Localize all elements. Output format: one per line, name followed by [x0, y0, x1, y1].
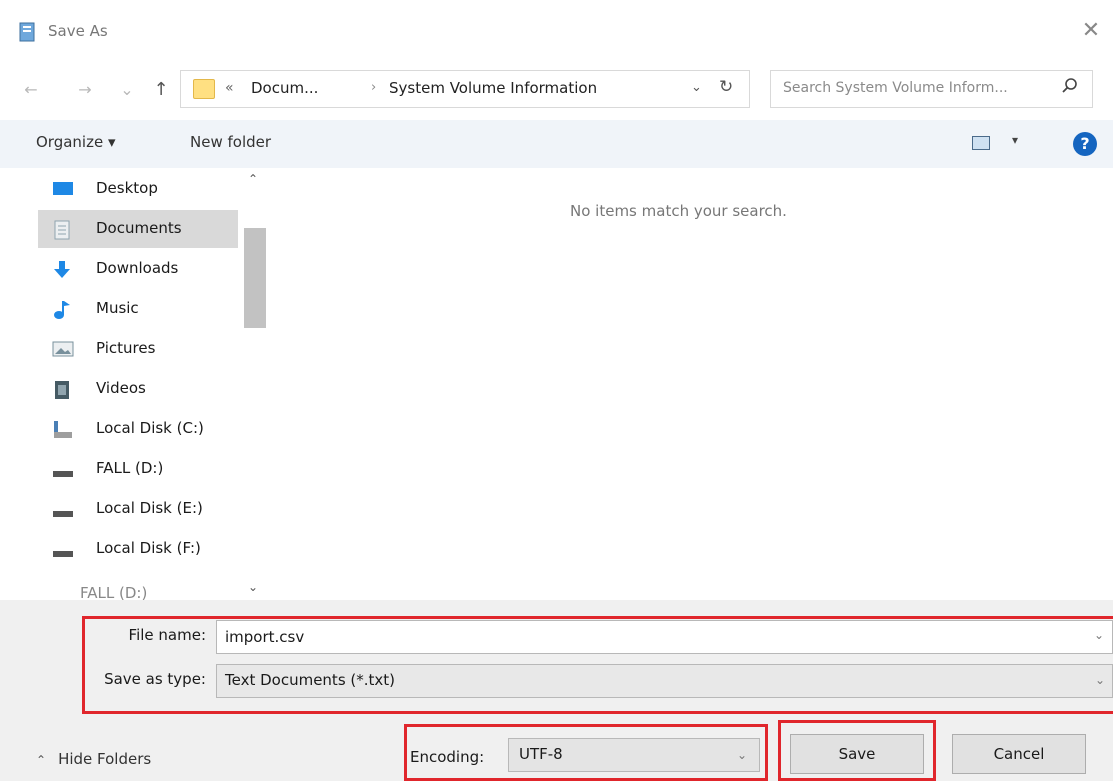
sidebar-item-videos[interactable]: Videos — [38, 370, 238, 408]
documents-icon — [52, 220, 72, 240]
file-name-dropdown-icon[interactable]: ⌄ — [1094, 628, 1104, 642]
cancel-button[interactable]: Cancel — [952, 734, 1086, 774]
search-icon[interactable] — [1061, 77, 1079, 100]
sidebar-item-label: Desktop — [96, 179, 158, 197]
sidebar-item-music[interactable]: Music — [38, 290, 238, 328]
close-icon[interactable]: ✕ — [1078, 18, 1104, 44]
sidebar-item-local-disk-f[interactable]: Local Disk (F:) — [38, 530, 238, 568]
view-options-dropdown-icon[interactable]: ▾ — [1012, 133, 1018, 147]
search-input[interactable]: Search System Volume Inform... — [770, 70, 1093, 108]
scroll-down-icon[interactable]: ⌄ — [248, 580, 258, 594]
file-name-label: File name: — [128, 626, 206, 644]
pictures-icon — [52, 340, 74, 358]
navigation-pane: Desktop Documents Downloads Music Pictur… — [0, 168, 270, 608]
file-name-input[interactable] — [216, 620, 1113, 654]
save-as-icon — [18, 22, 38, 42]
breadcrumb-current-folder[interactable]: System Volume Information — [389, 79, 597, 97]
sidebar-item-label: Pictures — [96, 339, 156, 357]
save-as-type-value: Text Documents (*.txt) — [225, 671, 396, 689]
chevron-down-icon: ⌄ — [737, 748, 748, 762]
breadcrumb-documents[interactable]: Docum... — [251, 79, 318, 97]
save-button[interactable]: Save — [790, 734, 924, 774]
chevron-down-icon: ⌄ — [1095, 673, 1106, 687]
folder-icon — [193, 79, 215, 99]
encoding-select[interactable]: UTF-8 ⌄ — [508, 738, 760, 772]
forward-arrow-icon[interactable]: → — [72, 78, 98, 102]
sidebar-item-label: Videos — [96, 379, 146, 397]
scroll-up-icon[interactable]: ⌃ — [248, 172, 258, 186]
sidebar-item-label: Documents — [96, 219, 182, 237]
save-as-type-label: Save as type: — [104, 670, 206, 688]
drive-icon — [52, 460, 73, 478]
drive-icon — [52, 540, 73, 558]
drive-icon — [52, 500, 73, 518]
refresh-icon[interactable]: ↻ — [719, 77, 733, 97]
downloads-icon — [52, 260, 72, 278]
new-folder-button[interactable]: New folder — [190, 133, 271, 151]
sidebar-item-label: Local Disk (F:) — [96, 539, 201, 557]
sidebar-item-desktop[interactable]: Desktop — [38, 170, 238, 208]
save-as-type-select[interactable]: Text Documents (*.txt) ⌄ — [216, 664, 1113, 698]
command-bar: Organize ▾ New folder ▾ ? — [0, 120, 1113, 168]
address-dropdown-icon[interactable]: ⌄ — [691, 80, 702, 95]
hide-folders-label: Hide Folders — [58, 750, 152, 768]
file-list-pane[interactable]: No items match your search. — [270, 168, 1113, 600]
sidebar-item-documents[interactable]: Documents — [38, 210, 238, 248]
sidebar-item-label: Downloads — [96, 259, 179, 277]
sidebar-item-label: Local Disk (E:) — [96, 499, 203, 517]
sidebar-item-label: Local Disk (C:) — [96, 419, 204, 437]
up-arrow-icon[interactable]: ↑ — [148, 78, 174, 102]
encoding-value: UTF-8 — [519, 745, 563, 763]
organize-button[interactable]: Organize ▾ — [36, 133, 116, 151]
hide-folders-button[interactable]: ⌃ Hide Folders — [36, 750, 151, 768]
sidebar-item-pictures[interactable]: Pictures — [38, 330, 238, 368]
breadcrumb-separator-icon[interactable]: › — [371, 80, 376, 95]
chevron-up-icon: ⌃ — [36, 753, 47, 767]
search-placeholder: Search System Volume Inform... — [783, 80, 1008, 96]
address-bar[interactable]: « Docum... › System Volume Information ⌄… — [180, 70, 750, 108]
recent-locations-icon[interactable]: ⌄ — [114, 78, 140, 102]
videos-icon — [52, 380, 72, 399]
help-icon[interactable]: ? — [1073, 132, 1097, 156]
encoding-label: Encoding: — [410, 748, 485, 766]
desktop-icon — [52, 180, 73, 198]
music-icon — [52, 300, 72, 319]
sidebar-item-label: FALL (D:) — [96, 459, 164, 477]
scrollbar-thumb[interactable] — [244, 228, 266, 328]
sidebar-item-fall-d[interactable]: FALL (D:) — [38, 450, 238, 488]
save-options-panel: File name: ⌄ Save as type: Text Document… — [0, 600, 1113, 781]
system-disk-icon — [52, 420, 72, 438]
window-title: Save As — [48, 22, 108, 40]
empty-results-message: No items match your search. — [570, 202, 787, 220]
sidebar-item-local-disk-e[interactable]: Local Disk (E:) — [38, 490, 238, 528]
sidebar-item-label: Music — [96, 299, 139, 317]
navigation-scrollbar[interactable]: ⌃ ⌄ — [240, 168, 268, 600]
sidebar-item-downloads[interactable]: Downloads — [38, 250, 238, 288]
back-arrow-icon[interactable]: ← — [18, 78, 44, 102]
change-view-icon[interactable] — [972, 136, 990, 150]
breadcrumb-overflow-icon[interactable]: « — [225, 80, 234, 96]
title-bar: Save As ✕ — [0, 0, 1113, 64]
sidebar-item-local-disk-c[interactable]: Local Disk (C:) — [38, 410, 238, 448]
